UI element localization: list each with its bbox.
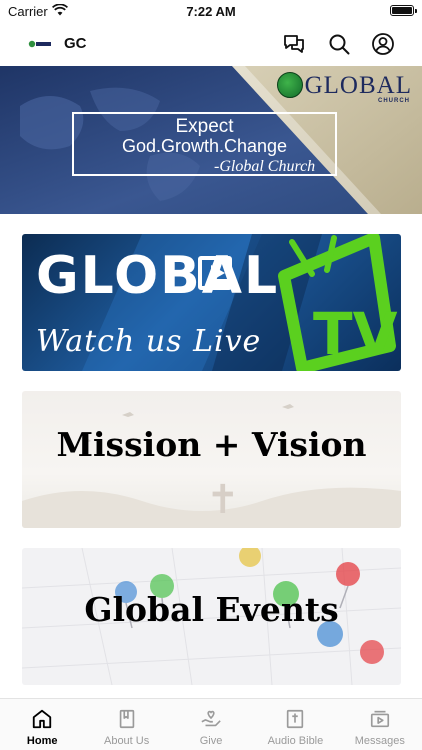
mission-vision-title: Mission + Vision xyxy=(56,425,367,464)
bottom-tab-bar: Home About Us Give Audio Bible Messages xyxy=(0,698,422,750)
tab-home[interactable]: Home xyxy=(0,699,84,750)
global-events-title: Global Events xyxy=(84,590,339,629)
globe-icon xyxy=(276,72,303,98)
hero-headline: Expect xyxy=(175,116,234,137)
global-events-card[interactable]: Global Events xyxy=(22,548,401,685)
home-icon xyxy=(33,709,52,729)
hero-logo-subtext: CHURCH xyxy=(378,98,410,104)
chat-icon[interactable] xyxy=(282,32,306,56)
tab-audio-bible[interactable]: Audio Bible xyxy=(253,699,337,750)
play-icon xyxy=(198,256,232,290)
give-icon xyxy=(201,710,221,727)
app-logo xyxy=(28,40,51,48)
hero-logo: GLOBAL CHURCH xyxy=(276,70,412,104)
search-icon[interactable] xyxy=(327,32,351,56)
messages-icon xyxy=(370,710,389,728)
app-header: GC xyxy=(0,26,422,62)
profile-icon[interactable] xyxy=(371,32,395,56)
app-title: GC xyxy=(64,35,87,52)
clock: 7:22 AM xyxy=(186,4,236,19)
tab-label: Home xyxy=(26,735,58,747)
status-bar: Carrier 7:22 AM xyxy=(0,0,422,24)
watch-live-card[interactable]: GLOBAL TV Watch us Live xyxy=(22,234,401,371)
tab-label: Give xyxy=(199,735,223,747)
tv-label: TV xyxy=(313,300,398,368)
hero-subheadline: God.Growth.Change xyxy=(121,136,288,156)
watch-live-caption: Watch us Live xyxy=(36,324,262,359)
tab-label: Audio Bible xyxy=(267,735,324,747)
hero-attribution: -Global Church xyxy=(214,158,316,175)
tab-label: About Us xyxy=(103,735,150,747)
bible-icon xyxy=(287,709,304,729)
hero-banner[interactable]: GLOBAL CHURCH Expect God.Growth.Change -… xyxy=(0,66,422,214)
global-tv-wordmark: GLOBAL xyxy=(36,246,280,306)
tab-about-us[interactable]: About Us xyxy=(84,699,168,750)
book-icon xyxy=(119,709,134,729)
mission-vision-card[interactable]: Mission + Vision ✝ xyxy=(22,391,401,528)
tab-give[interactable]: Give xyxy=(169,699,253,750)
cross-icon: ✝ xyxy=(206,478,240,522)
tab-messages[interactable]: Messages xyxy=(338,699,422,750)
tab-label: Messages xyxy=(354,735,405,747)
hero-logo-text: GLOBAL xyxy=(304,71,412,99)
battery-icon xyxy=(390,5,417,16)
